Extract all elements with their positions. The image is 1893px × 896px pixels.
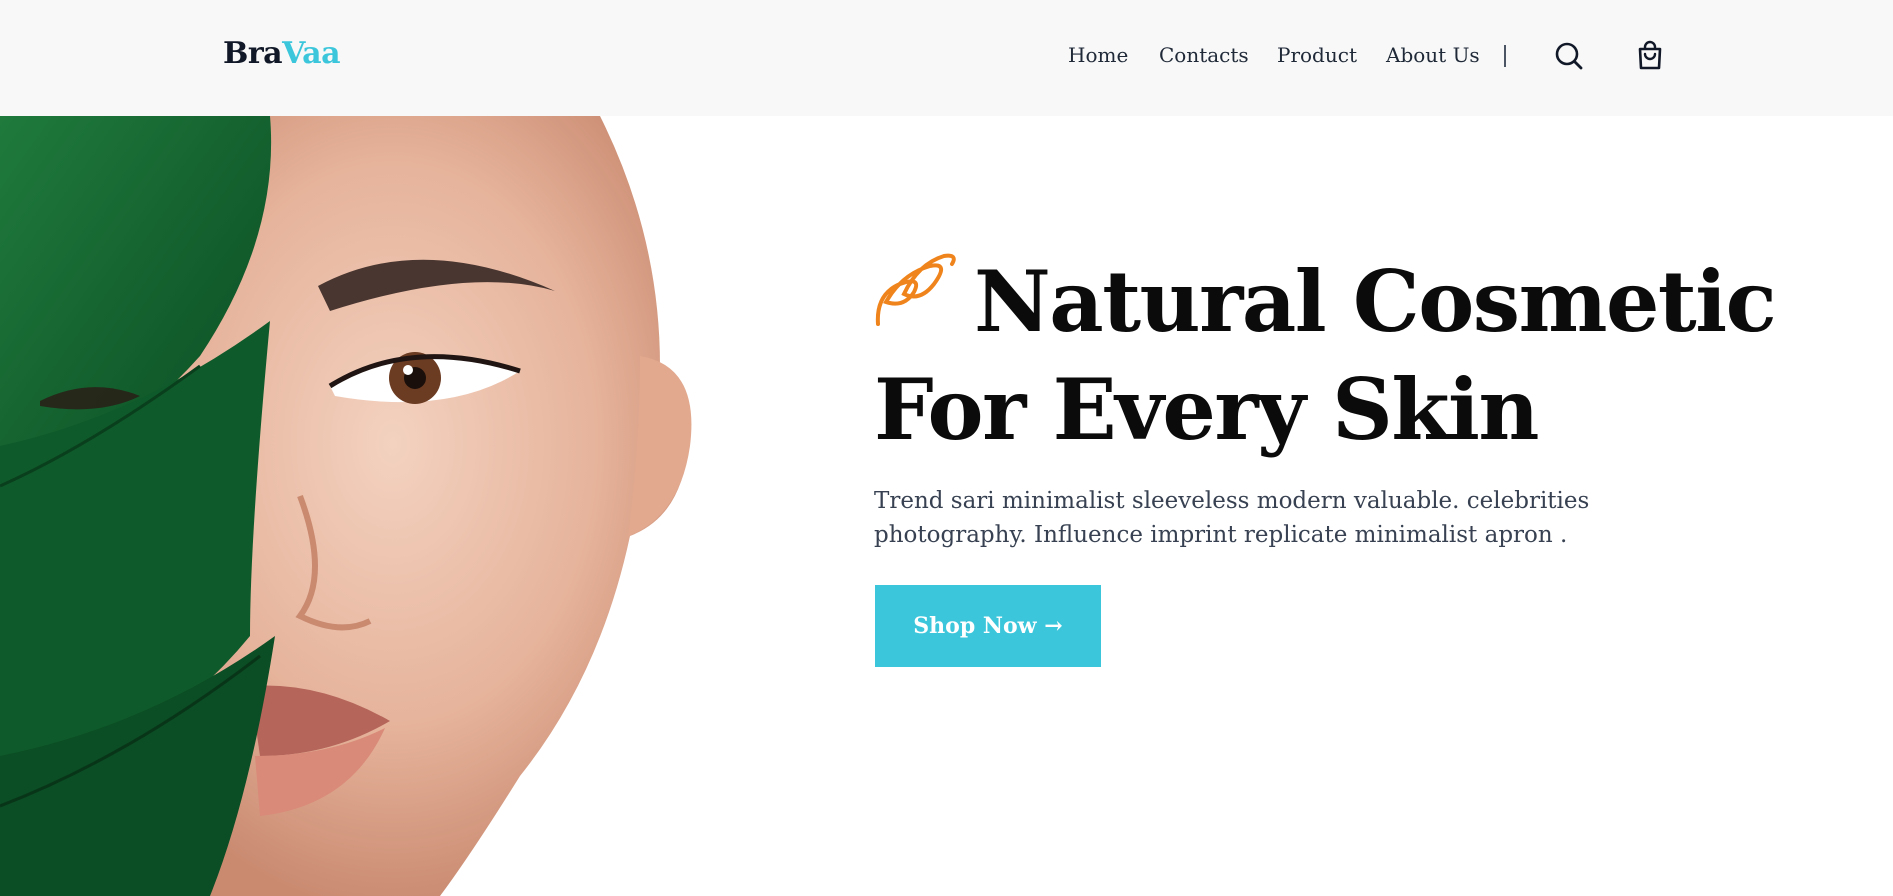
search-icon[interactable] (1553, 40, 1585, 72)
hero-photo (0, 116, 700, 896)
nav-item-about-us[interactable]: About Us (1386, 43, 1480, 67)
nav-item-product[interactable]: Product (1277, 43, 1357, 67)
brand-name-part2: Vaa (282, 36, 341, 71)
hero-headline-line2: For Every Skin (874, 360, 1540, 459)
hero-headline-line1: Natural Cosmetic (974, 252, 1777, 351)
site-header: BraVaa Home Contacts Product About Us (0, 0, 1893, 116)
brand-logo[interactable]: BraVaa (223, 36, 341, 71)
hero-description: Trend sari minimalist sleeveless modern … (874, 488, 1590, 548)
nav-separator (1504, 45, 1506, 67)
nav-item-home[interactable]: Home (1068, 43, 1128, 67)
brand-name-part1: Bra (223, 36, 283, 71)
hero-headline: Natural Cosmetic For Every Skin (874, 248, 1874, 464)
shopping-bag-icon[interactable] (1634, 40, 1666, 72)
nav-item-contacts[interactable]: Contacts (1159, 43, 1249, 67)
shop-now-button[interactable]: Shop Now → (875, 585, 1101, 667)
